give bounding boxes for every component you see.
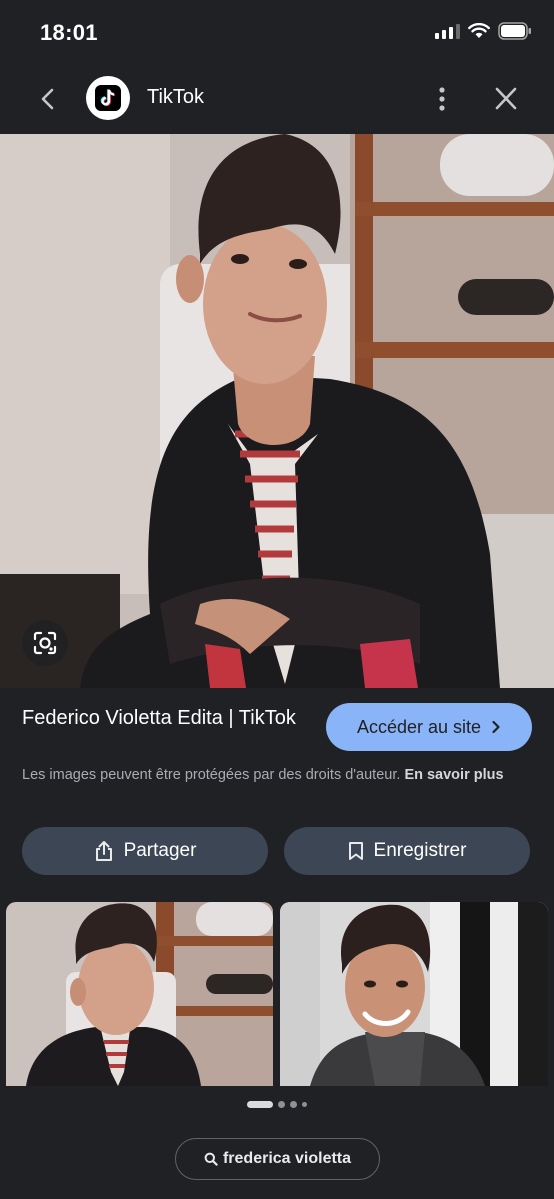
- pager-dot-active[interactable]: [247, 1100, 273, 1108]
- image-pager: [0, 1096, 554, 1112]
- cellular-signal-icon: [435, 23, 460, 39]
- search-icon: [204, 1152, 218, 1166]
- more-options-button[interactable]: [428, 84, 456, 114]
- status-bar: 18:01: [0, 0, 554, 64]
- wifi-icon: [468, 23, 490, 38]
- save-label: Enregistrer: [373, 840, 467, 861]
- main-image[interactable]: [0, 134, 554, 688]
- site-name[interactable]: TikTok: [147, 86, 204, 109]
- save-button[interactable]: Enregistrer: [284, 827, 530, 875]
- visit-site-button[interactable]: Accéder au site: [326, 703, 532, 751]
- related-photo-1: [6, 902, 273, 1086]
- battery-icon: [498, 22, 531, 40]
- person-photo: [0, 134, 554, 688]
- pager-dot[interactable]: [302, 1101, 307, 1107]
- status-time: 18:01: [40, 20, 98, 45]
- visit-site-label: Accéder au site: [356, 716, 482, 737]
- back-button[interactable]: [30, 84, 66, 114]
- related-search-chip[interactable]: frederica violetta: [175, 1138, 380, 1180]
- learn-more-link[interactable]: En savoir plus: [404, 767, 503, 783]
- copyright-text: Les images peuvent être protégées par de…: [22, 767, 401, 783]
- bookmark-icon: [348, 842, 363, 860]
- share-icon: [95, 841, 112, 861]
- copyright-notice: Les images peuvent être protégées par de…: [22, 764, 534, 786]
- related-image-2[interactable]: [280, 902, 548, 1086]
- lens-search-button[interactable]: [22, 620, 68, 666]
- pager-dot[interactable]: [278, 1100, 285, 1108]
- close-button[interactable]: [490, 84, 522, 114]
- result-title[interactable]: Federico Violetta Edita | TikTok: [22, 705, 312, 732]
- app-bar: [0, 64, 554, 134]
- related-photo-2: [280, 902, 548, 1086]
- tiktok-logo-icon: [86, 76, 130, 120]
- pager-dot[interactable]: [290, 1100, 297, 1108]
- search-chip-label: frederica violetta: [222, 1150, 352, 1167]
- share-button[interactable]: Partager: [22, 827, 268, 875]
- related-image-1[interactable]: [6, 902, 273, 1086]
- chevron-right-icon: [492, 720, 500, 734]
- share-label: Partager: [123, 840, 197, 861]
- status-icons: [435, 22, 532, 40]
- lens-icon: [33, 631, 57, 655]
